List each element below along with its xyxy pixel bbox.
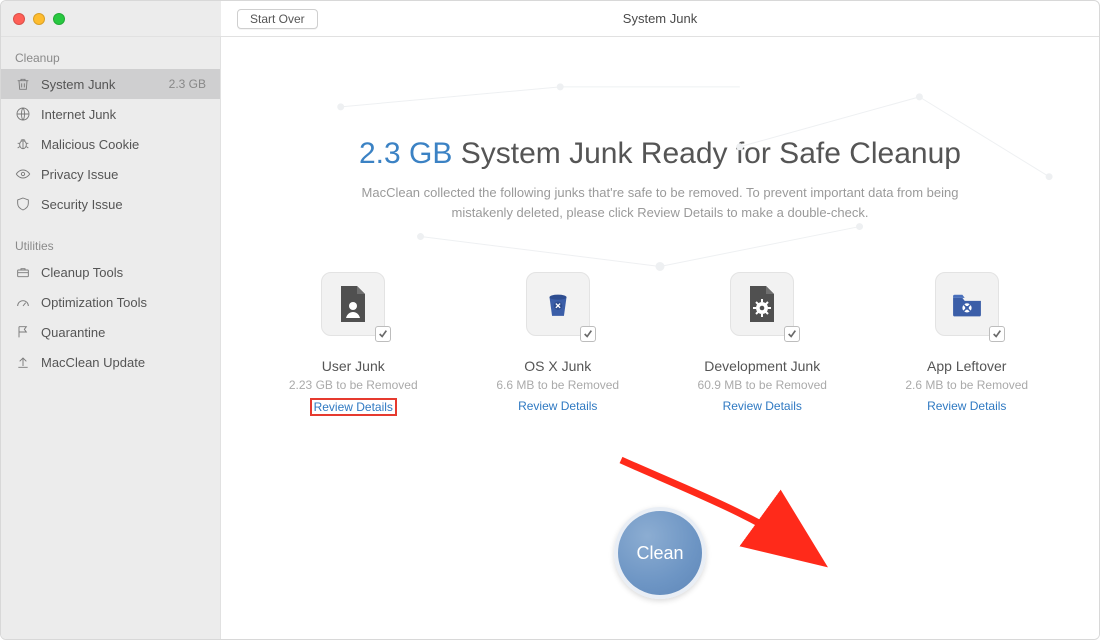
card-sub: 60.9 MB to be Removed: [677, 378, 847, 392]
card-app-leftover: App Leftover 2.6 MB to be Removed Review…: [882, 272, 1052, 416]
card-development-junk: Development Junk 60.9 MB to be Removed R…: [677, 272, 847, 416]
clean-button[interactable]: Clean: [614, 507, 706, 599]
globe-icon: [15, 106, 31, 122]
sidebar-item-internet-junk[interactable]: Internet Junk: [1, 99, 220, 129]
sidebar-section-cleanup-label: Cleanup: [1, 45, 220, 69]
headline-size: 2.3 GB: [359, 137, 452, 170]
card-user-junk: User Junk 2.23 GB to be Removed Review D…: [268, 272, 438, 416]
sidebar-item-optimization-tools[interactable]: Optimization Tools: [1, 287, 220, 317]
card-checkbox[interactable]: [784, 326, 800, 342]
eye-icon: [15, 166, 31, 182]
window-body: Cleanup System Junk 2.3 GB Internet Junk…: [1, 37, 1099, 639]
card-sub: 6.6 MB to be Removed: [473, 378, 643, 392]
card-osx-junk: OS X Junk 6.6 MB to be Removed Review De…: [473, 272, 643, 416]
card-checkbox[interactable]: [375, 326, 391, 342]
card-icon-wrap: [526, 272, 590, 336]
sidebar-item-cleanup-tools[interactable]: Cleanup Tools: [1, 257, 220, 287]
sidebar-item-label: Security Issue: [41, 197, 206, 212]
card-title: Development Junk: [677, 358, 847, 374]
card-checkbox[interactable]: [989, 326, 1005, 342]
sidebar-item-label: System Junk: [41, 77, 159, 92]
category-cards: User Junk 2.23 GB to be Removed Review D…: [251, 272, 1069, 416]
sidebar-item-label: Internet Junk: [41, 107, 206, 122]
card-sub: 2.6 MB to be Removed: [882, 378, 1052, 392]
sidebar-item-label: Privacy Issue: [41, 167, 206, 182]
headline-text: System Junk Ready for Safe Cleanup: [452, 137, 961, 170]
shield-icon: [15, 196, 31, 212]
subheadline: MacClean collected the following junks t…: [350, 183, 970, 222]
card-sub: 2.23 GB to be Removed: [268, 378, 438, 392]
review-details-link-app-leftover[interactable]: Review Details: [924, 398, 1009, 414]
window-title: System Junk: [221, 11, 1099, 26]
sidebar-item-malicious-cookie[interactable]: Malicious Cookie: [1, 129, 220, 159]
bug-icon: [15, 136, 31, 152]
review-details-link-development-junk[interactable]: Review Details: [720, 398, 805, 414]
sidebar-item-label: Cleanup Tools: [41, 265, 206, 280]
zoom-window-button[interactable]: [53, 13, 65, 25]
sidebar-item-security-issue[interactable]: Security Issue: [1, 189, 220, 219]
card-title: OS X Junk: [473, 358, 643, 374]
card-icon-wrap: [730, 272, 794, 336]
minimize-window-button[interactable]: [33, 13, 45, 25]
start-over-button[interactable]: Start Over: [237, 9, 318, 29]
sidebar: Cleanup System Junk 2.3 GB Internet Junk…: [1, 37, 221, 639]
headline: 2.3 GB System Junk Ready for Safe Cleanu…: [221, 137, 1099, 171]
card-icon-wrap: [321, 272, 385, 336]
flag-icon: [15, 324, 31, 340]
sidebar-item-macclean-update[interactable]: MacClean Update: [1, 347, 220, 377]
card-title: User Junk: [268, 358, 438, 374]
sidebar-item-system-junk[interactable]: System Junk 2.3 GB: [1, 69, 220, 99]
sidebar-item-badge: 2.3 GB: [169, 77, 206, 91]
titlebar-right: Start Over System Junk: [221, 1, 1099, 36]
traffic-lights: [1, 1, 221, 36]
card-icon-wrap: [935, 272, 999, 336]
titlebar: Start Over System Junk: [1, 1, 1099, 37]
sidebar-item-label: Optimization Tools: [41, 295, 206, 310]
card-title: App Leftover: [882, 358, 1052, 374]
review-details-link-osx-junk[interactable]: Review Details: [515, 398, 600, 414]
trash-icon: [15, 76, 31, 92]
sidebar-item-label: Malicious Cookie: [41, 137, 206, 152]
close-window-button[interactable]: [13, 13, 25, 25]
sidebar-item-quarantine[interactable]: Quarantine: [1, 317, 220, 347]
card-checkbox[interactable]: [580, 326, 596, 342]
sidebar-item-privacy-issue[interactable]: Privacy Issue: [1, 159, 220, 189]
app-window: Start Over System Junk Cleanup System Ju…: [0, 0, 1100, 640]
gauge-icon: [15, 294, 31, 310]
sidebar-item-label: Quarantine: [41, 325, 206, 340]
upload-icon: [15, 354, 31, 370]
sidebar-section-utilities-label: Utilities: [1, 233, 220, 257]
main-content: 2.3 GB System Junk Ready for Safe Cleanu…: [221, 37, 1099, 639]
sidebar-item-label: MacClean Update: [41, 355, 206, 370]
toolbox-icon: [15, 264, 31, 280]
review-details-link-user-junk[interactable]: Review Details: [310, 398, 397, 416]
